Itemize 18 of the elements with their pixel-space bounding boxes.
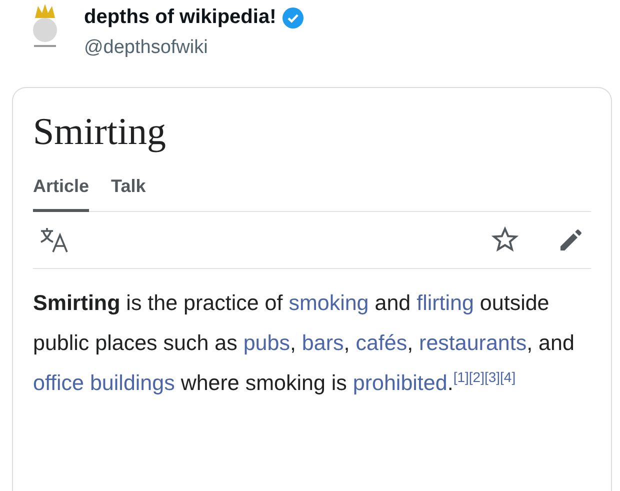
article-link[interactable]: flirting <box>416 290 474 315</box>
star-icon[interactable] <box>491 226 519 254</box>
article-link[interactable]: prohibited <box>352 370 448 395</box>
article-link[interactable]: pubs <box>243 330 290 355</box>
reference-link[interactable]: [4] <box>500 368 516 384</box>
article-link[interactable]: smoking <box>288 290 369 315</box>
reference-link[interactable]: [2] <box>468 368 484 384</box>
article-title: Smirting <box>33 110 168 155</box>
article-link[interactable]: office buildings <box>33 370 175 395</box>
display-name[interactable]: depths of wikipedia! <box>84 6 276 29</box>
page-tab[interactable]: Talk <box>111 176 146 212</box>
reference-link[interactable]: [3] <box>484 368 500 384</box>
article-link[interactable]: bars <box>302 330 344 355</box>
user-handle[interactable]: @depthsofwiki <box>84 37 304 59</box>
reference-link[interactable]: [1] <box>453 368 469 384</box>
article-link[interactable]: cafés <box>356 330 408 355</box>
page-tab[interactable]: Article <box>33 176 90 212</box>
article-link[interactable]: restaurants <box>419 330 527 355</box>
